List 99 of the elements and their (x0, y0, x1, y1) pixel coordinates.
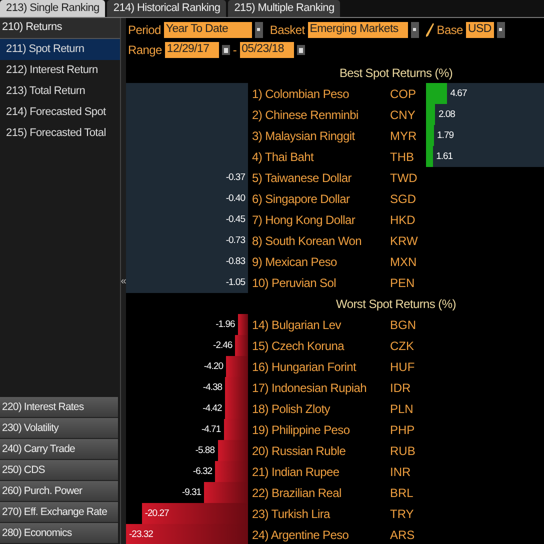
section-title: Best Spot Returns (%) (339, 66, 453, 80)
range-separator: - (232, 43, 237, 57)
sidebar-button[interactable]: 280) Economics (0, 523, 118, 544)
currency-code: MXN (390, 254, 418, 268)
end-date-field[interactable]: 05/23/18 (240, 42, 294, 58)
currency-code: HKD (390, 212, 416, 226)
return-value: -0.45 (224, 214, 246, 225)
currency-name: 23) Turkish Lira (251, 506, 332, 520)
currency-code: TWD (390, 170, 418, 184)
currency-name: 17) Indonesian Rupiah (251, 380, 368, 394)
return-value: -0.73 (224, 235, 246, 246)
currency-name: 14) Bulgarian Lev (251, 318, 342, 332)
field-label: Range (128, 43, 162, 57)
start-date-field[interactable]: 12/29/17 (164, 42, 219, 58)
sidebar-item[interactable]: 211) Spot Return (0, 39, 120, 60)
sidebar-button[interactable]: 250) CDS (0, 460, 118, 481)
sidebar-button[interactable]: 270) Eff. Exchange Rate (0, 502, 118, 523)
return-value: -23.32 (128, 529, 154, 540)
currency-name: 1) Colombian Peso (251, 86, 350, 100)
sidebar-button[interactable]: 230) Volatility (0, 418, 118, 439)
tab[interactable]: 213) Single Ranking (0, 0, 106, 17)
currency-name: 15) Czech Koruna (251, 338, 346, 352)
currency-name: 19) Philippine Peso (251, 422, 351, 436)
currency-code: INR (390, 464, 412, 478)
sidebar-button[interactable]: 240) Carry Trade (0, 439, 118, 460)
currency-code: BGN (390, 318, 418, 332)
currency-code: BRL (390, 486, 414, 500)
return-value: -0.40 (224, 193, 246, 204)
currency-name: 24) Argentine Peso (251, 528, 350, 542)
return-value: -6.32 (192, 466, 214, 477)
currency-code: THB (390, 150, 415, 164)
return-value: -5.88 (194, 445, 216, 456)
sidebar-item[interactable]: 212) Interest Return (0, 60, 120, 81)
sidebar-item[interactable]: 213) Total Return (0, 81, 120, 102)
return-value: 1.79 (436, 130, 455, 141)
currency-name: 21) Indian Rupee (251, 464, 340, 478)
sidebar-item[interactable]: 214) Forecasted Spot (0, 102, 120, 123)
currency-name: 6) Singapore Dollar (251, 192, 351, 206)
currency-name: 18) Polish Zloty (251, 402, 332, 416)
currency-name: 7) Hong Kong Dollar (251, 212, 356, 226)
panel-splitter[interactable]: « (120, 18, 126, 544)
period-dropdown[interactable]: Year To Date (164, 22, 252, 38)
caret-icon (498, 28, 503, 32)
currency-code: CNY (390, 108, 416, 122)
currency-name: 5) Taiwanese Dollar (251, 170, 352, 184)
currency-code: PHP (390, 422, 416, 436)
return-value: -2.46 (212, 340, 234, 351)
base-dropdown[interactable]: USD (466, 22, 494, 38)
calendar-icon[interactable] (296, 45, 305, 55)
field-label: Basket (270, 23, 305, 37)
pencil-icon[interactable] (426, 23, 434, 37)
return-value: 1.61 (435, 151, 454, 162)
return-value: 2.08 (437, 109, 456, 120)
calendar-icon[interactable] (222, 45, 230, 55)
currency-code: RUB (390, 444, 416, 458)
currency-name: 2) Chinese Renminbi (251, 108, 360, 122)
return-value: -4.71 (200, 424, 222, 435)
currency-code: PEN (390, 276, 416, 290)
section-title: Worst Spot Returns (%) (336, 296, 456, 310)
currency-name: 4) Thai Baht (251, 150, 315, 164)
currency-name: 10) Peruvian Sol (251, 276, 337, 290)
sidebar-button[interactable]: 220) Interest Rates (0, 397, 118, 418)
currency-name: 20) Russian Ruble (251, 444, 347, 458)
basket-dropdown[interactable]: Emerging Markets (308, 22, 408, 38)
currency-code: ARS (390, 528, 416, 542)
return-value: -9.31 (180, 487, 202, 498)
return-value: -4.20 (202, 361, 224, 372)
currency-name: 22) Brazilian Real (251, 486, 342, 500)
currency-code: KRW (390, 234, 419, 248)
section-header[interactable]: 210) Returns (0, 18, 120, 39)
return-value: -1.05 (224, 277, 246, 288)
return-value: -4.38 (202, 382, 224, 393)
tab[interactable]: 215) Multiple Ranking (228, 0, 340, 17)
return-value: -0.83 (224, 256, 246, 267)
currency-name: 8) South Korean Won (251, 234, 363, 248)
sidebar-button[interactable]: 260) Purch. Power (0, 481, 118, 502)
currency-name: 3) Malaysian Ringgit (251, 128, 356, 142)
currency-code: MYR (390, 128, 418, 142)
collapse-toggle[interactable]: « (120, 276, 126, 286)
field-label: Period (128, 23, 161, 37)
return-value: -4.42 (202, 403, 223, 414)
currency-code: HUF (390, 360, 416, 374)
currency-code: SGD (390, 192, 418, 206)
currency-code: CZK (390, 338, 415, 352)
caret-icon (256, 28, 261, 32)
currency-code: TRY (390, 506, 415, 520)
caret-icon (412, 28, 417, 32)
return-value: 4.67 (449, 88, 468, 99)
return-value: -0.37 (224, 172, 246, 183)
field-label: Base (436, 23, 463, 37)
currency-name: 9) Mexican Peso (251, 254, 338, 268)
sidebar-item[interactable]: 215) Forecasted Total (0, 123, 120, 144)
currency-code: IDR (390, 380, 412, 394)
tab[interactable]: 214) Historical Ranking (107, 0, 226, 17)
currency-code: COP (390, 86, 418, 100)
currency-name: 16) Hungarian Forint (251, 360, 358, 374)
return-value: -20.27 (144, 508, 170, 519)
currency-code: PLN (390, 402, 414, 416)
return-value: -1.96 (214, 319, 236, 330)
